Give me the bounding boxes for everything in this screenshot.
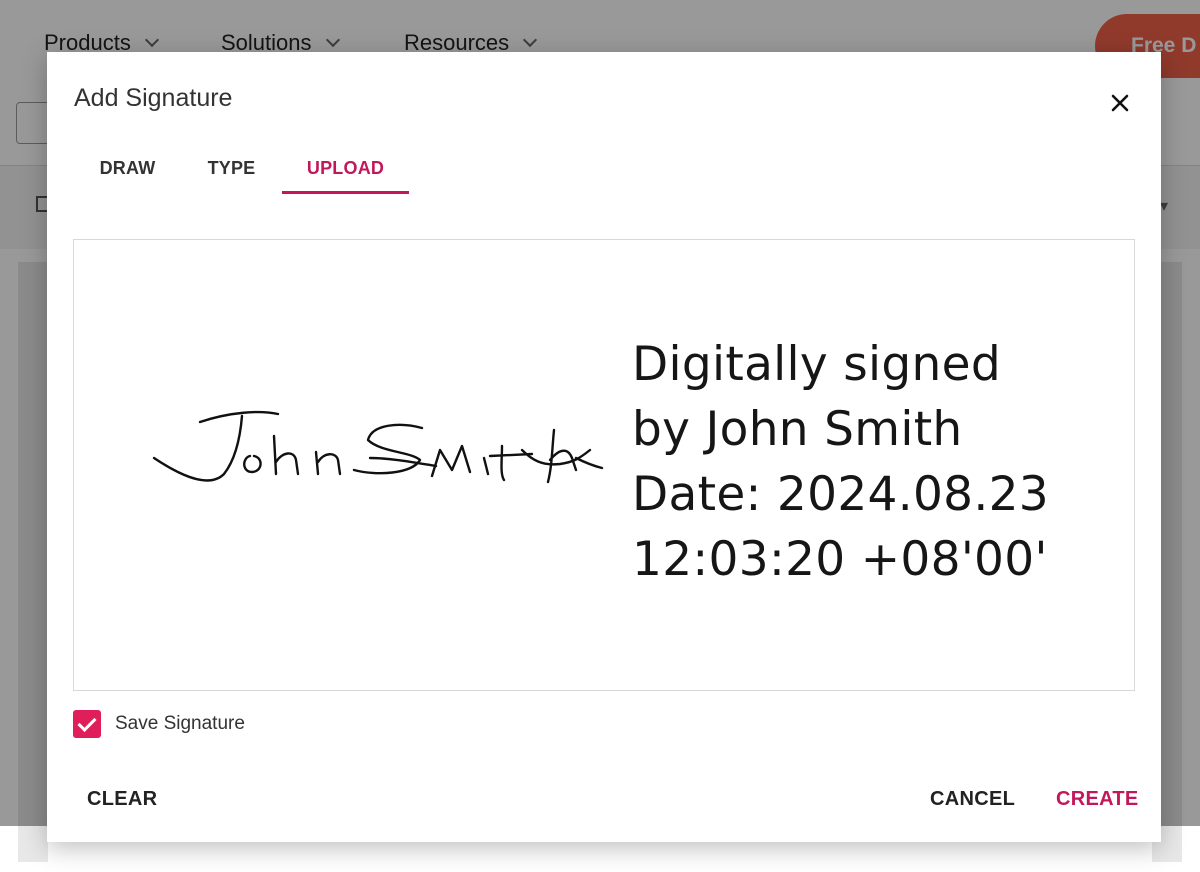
stamp-line: Digitally signed	[632, 337, 1001, 392]
create-button[interactable]: CREATE	[1056, 788, 1139, 811]
add-signature-dialog: Add Signature DRAW TYPE UPLOAD Digitally…	[47, 52, 1161, 842]
stamp-line: 12:03:20 +08'00'	[632, 532, 1048, 587]
cancel-button[interactable]: CANCEL	[930, 788, 1015, 811]
signature-tabs: DRAW TYPE UPLOAD	[74, 144, 409, 194]
stamp-line: Date: 2024.08.23	[632, 467, 1050, 522]
save-signature-option: Save Signature	[73, 710, 245, 738]
dialog-title: Add Signature	[74, 84, 233, 112]
tab-upload[interactable]: UPLOAD	[282, 144, 409, 194]
tab-draw[interactable]: DRAW	[74, 144, 181, 194]
stamp-line: by John Smith	[632, 402, 963, 457]
handwritten-signature	[152, 410, 604, 484]
tab-type[interactable]: TYPE	[181, 144, 282, 194]
clear-button[interactable]: CLEAR	[87, 788, 157, 811]
save-signature-checkbox[interactable]	[73, 710, 101, 738]
close-icon	[1111, 94, 1129, 112]
digital-signature-stamp: Digitally signed by John Smith Date: 202…	[632, 332, 1049, 592]
signature-preview[interactable]: Digitally signed by John Smith Date: 202…	[73, 239, 1135, 691]
save-signature-label[interactable]: Save Signature	[115, 713, 245, 735]
close-button[interactable]	[1105, 88, 1135, 118]
